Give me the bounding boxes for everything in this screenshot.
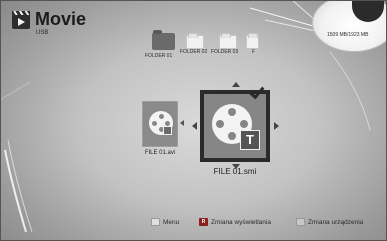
red-key-icon: R [199, 218, 208, 226]
subtitle-badge: T [240, 130, 260, 150]
movie-clapper-icon [12, 11, 30, 29]
green-key-icon [296, 218, 305, 226]
folder-item-01[interactable] [152, 30, 175, 50]
folder-item-03[interactable] [219, 33, 237, 49]
file-label: FILE 01.avi [144, 150, 176, 156]
page-title: Movie [35, 9, 87, 29]
device-subtitle: USB [36, 30, 49, 36]
folder-label: F [252, 49, 256, 55]
folder-icon [153, 30, 162, 34]
folder-icon [248, 33, 258, 38]
footer-bar: Menu R Zmiana wyświetlania Zmiana urządz… [0, 213, 387, 233]
folder-label: FOLDER 01 [145, 53, 173, 59]
change-view-hint[interactable]: Zmiana wyświetlania [211, 218, 271, 227]
folder-icon [221, 33, 231, 38]
scroll-up-arrow-icon[interactable] [232, 82, 240, 87]
subtitle-badge [163, 126, 172, 135]
scroll-left-arrow-icon[interactable] [192, 122, 197, 130]
folder-icon [188, 33, 198, 38]
scroll-left-arrow-icon[interactable] [180, 120, 184, 126]
menu-key-icon [151, 218, 160, 226]
folder-item-02[interactable] [186, 33, 204, 49]
storage-capacity-text: 1509 MB/1923 MB [327, 32, 369, 38]
file-label: FILE 01.smi [213, 167, 257, 176]
file-item-smi-selected[interactable]: T [200, 90, 270, 162]
movie-browser-screen: Movie USB 1509 MB/1923 MB FOLDER 01 FOLD… [0, 0, 387, 241]
folder-label: FOLDER 02 [180, 49, 208, 55]
file-item-avi[interactable] [142, 101, 178, 147]
menu-hint[interactable]: Menu [163, 218, 179, 227]
change-device-hint[interactable]: Zmiana urządzenia [308, 218, 363, 227]
scroll-right-arrow-icon[interactable] [274, 122, 279, 130]
folder-item-04[interactable] [246, 33, 259, 49]
folder-label: FOLDER 03 [211, 49, 239, 55]
